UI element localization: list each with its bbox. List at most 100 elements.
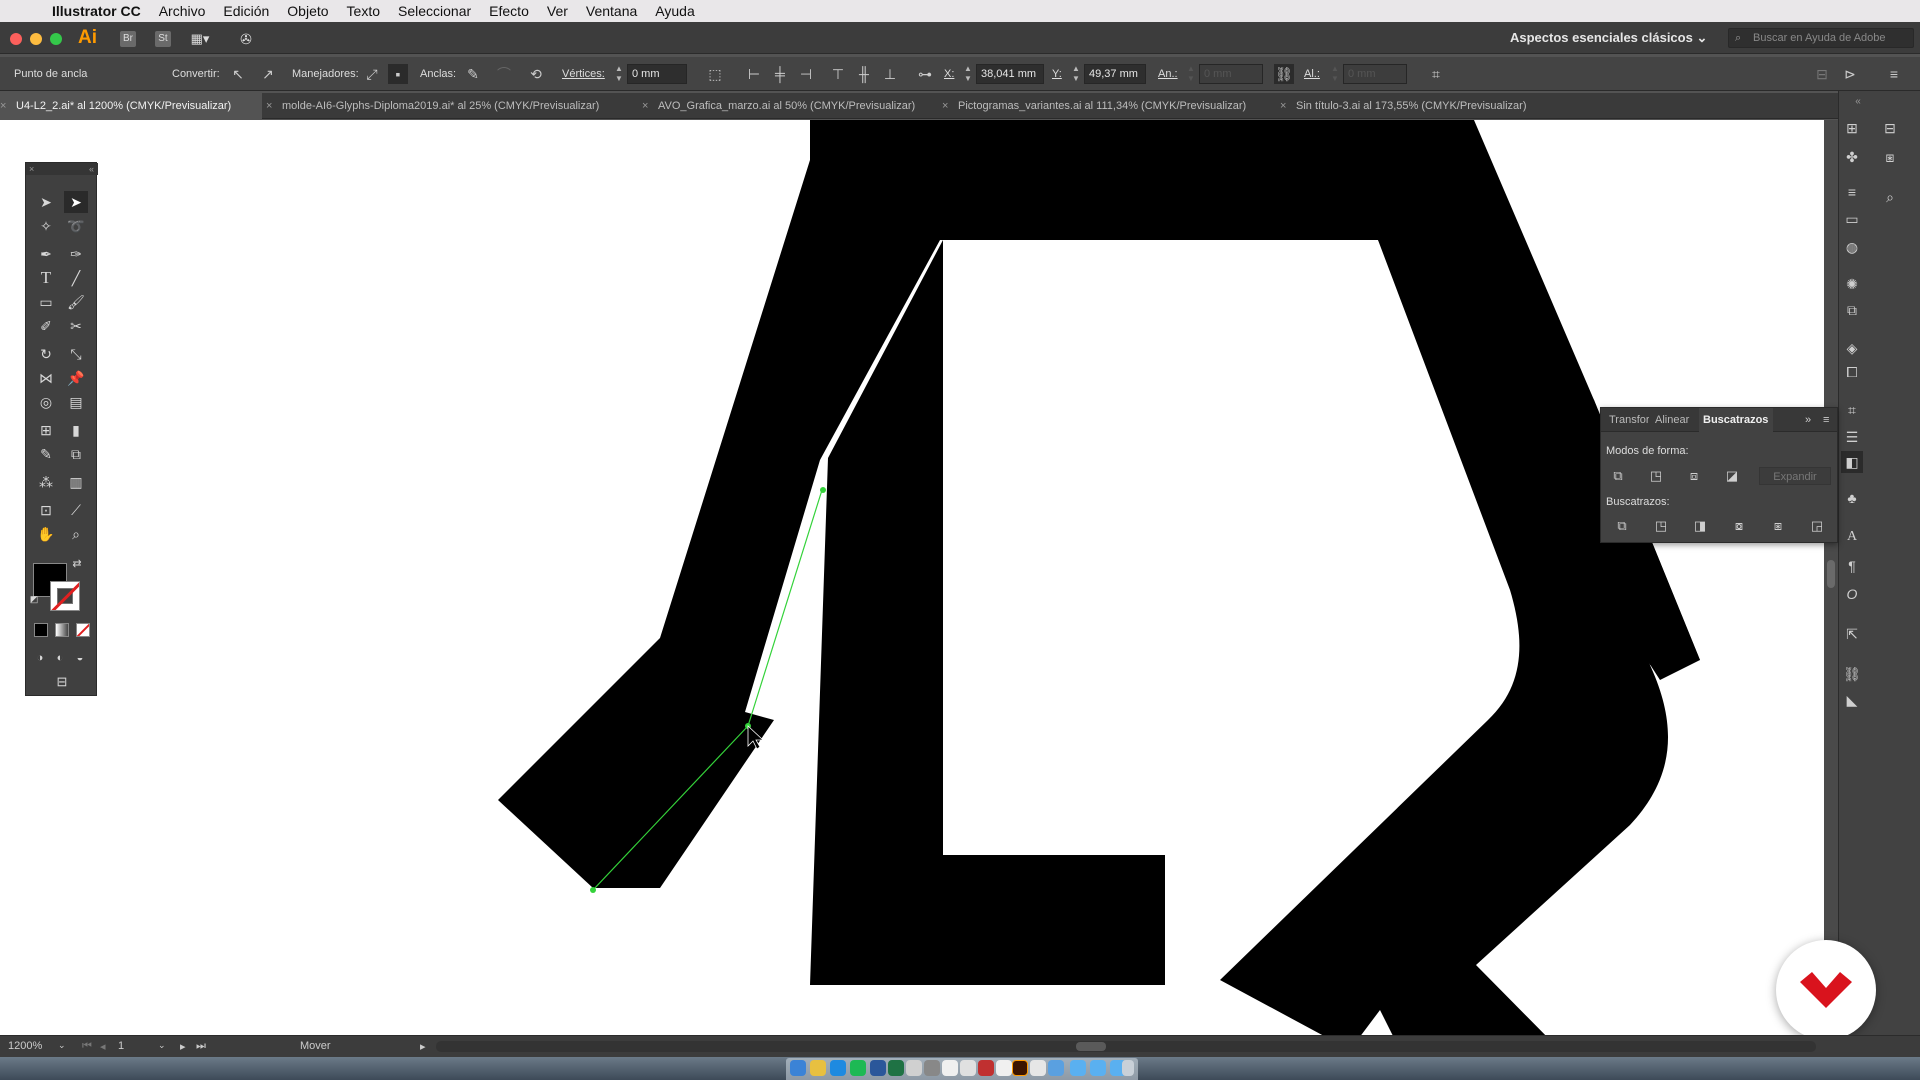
menu-efecto[interactable]: Efecto [489, 3, 529, 19]
blend-tool-icon[interactable]: ⧉ [64, 443, 88, 465]
divide-icon[interactable]: ⧉ [1613, 517, 1631, 535]
align-center-v-icon[interactable]: ╫ [854, 64, 874, 84]
help-search-input[interactable]: ⌕ Buscar en Ayuda de Adobe [1728, 28, 1914, 48]
mesh-tool-icon[interactable]: ⊞ [34, 419, 58, 441]
navigator-icon[interactable]: ⌕ [1879, 186, 1901, 208]
draw-inside-icon[interactable]: ◒ [70, 647, 90, 669]
panel-expand-icon[interactable]: » [1801, 408, 1817, 432]
close-window-button[interactable] [10, 33, 22, 45]
merge-icon[interactable]: ◨ [1691, 517, 1709, 535]
control-menu-icon[interactable]: ≡ [1884, 64, 1904, 84]
corners-stepper[interactable]: ▲ ▼ [614, 64, 624, 84]
width-field[interactable]: 0 mm [1199, 64, 1263, 84]
dock-collapse-icon[interactable]: « [1847, 91, 1869, 113]
scroll-thumb[interactable] [1827, 560, 1835, 588]
workspace-switcher[interactable]: Aspectos esenciales clásicos ⌄ [1510, 30, 1707, 46]
photos-icon[interactable] [942, 1060, 958, 1076]
width-tool-icon[interactable]: ⋈ [34, 367, 58, 389]
close-icon[interactable]: × [29, 164, 34, 174]
expand-button[interactable]: Expandir [1759, 467, 1831, 485]
align-panel-icon[interactable]: ☰ [1841, 426, 1863, 448]
magic-wand-tool-icon[interactable]: ✧ [34, 215, 58, 237]
puppet-warp-tool-icon[interactable]: 📌 [64, 367, 88, 389]
app-icon-3[interactable] [1030, 1060, 1046, 1076]
last-artboard-icon[interactable]: ⏭ [196, 1040, 206, 1053]
minimize-window-button[interactable] [30, 33, 42, 45]
x-position-field[interactable]: 38,041 mm [976, 64, 1044, 84]
transparency-panel-icon[interactable]: ◍ [1841, 236, 1863, 258]
outline-icon[interactable]: ⧆ [1769, 517, 1787, 535]
height-field[interactable]: 0 mm [1343, 64, 1407, 84]
draw-behind-icon[interactable]: ◐ [50, 647, 70, 669]
eyedropper-tool-icon[interactable]: ✎ [34, 443, 58, 465]
chrome-canary-icon[interactable] [978, 1060, 994, 1076]
curvature-tool-icon[interactable]: ✑ [64, 243, 88, 265]
menu-app-name[interactable]: Illustrator CC [52, 3, 141, 19]
artboard-canvas[interactable] [0, 120, 1824, 1035]
align-bottom-icon[interactable]: ⊥ [880, 64, 900, 84]
spotify-icon[interactable] [850, 1060, 866, 1076]
anchor-point-end[interactable] [590, 887, 596, 893]
reference-point-icon[interactable]: ⊶ [915, 64, 935, 84]
horizontal-scroll-thumb[interactable] [1076, 1042, 1106, 1051]
collapse-icon[interactable]: « [89, 163, 94, 175]
first-artboard-icon[interactable]: ⏮ [82, 1040, 92, 1053]
tab-document-5[interactable]: × Sin título-3.ai al 173,55% (CMYK/Previs… [1280, 93, 1550, 119]
tab-align[interactable]: Alinear [1651, 408, 1697, 432]
none-mode-icon[interactable] [76, 623, 90, 637]
corners-field[interactable]: 0 mm [627, 64, 687, 84]
cc-libraries-icon[interactable]: ⊟ [1879, 117, 1901, 139]
bridge-button[interactable]: Br [120, 31, 136, 47]
illustrator-dock-icon[interactable] [1012, 1060, 1028, 1076]
stroke-panel-icon[interactable]: ≡ [1841, 181, 1863, 203]
quicktime-icon[interactable] [1048, 1060, 1064, 1076]
vertical-scrollbar[interactable] [1824, 120, 1838, 1035]
current-tool-status[interactable]: Mover [300, 1040, 331, 1052]
anchor-point-top[interactable] [820, 487, 826, 493]
artwork[interactable] [0, 120, 1824, 1035]
transform-panel-icon[interactable]: ⌗ [1841, 399, 1863, 421]
selection-tool-icon[interactable]: ➤ [34, 191, 58, 213]
cut-path-icon[interactable]: ⟲ [526, 64, 546, 84]
symbol-sprayer-tool-icon[interactable]: ⁂ [34, 471, 58, 493]
horizontal-scrollbar[interactable] [436, 1041, 1816, 1052]
artboard-number[interactable]: 1 [118, 1040, 124, 1052]
graphic-styles-icon[interactable]: ⧉ [1841, 299, 1863, 321]
scissors-tool-icon[interactable]: ✂ [64, 315, 88, 337]
direct-selection-tool-icon[interactable]: ➤ [64, 191, 88, 213]
word-icon[interactable] [870, 1060, 886, 1076]
close-tab-icon[interactable]: × [642, 93, 652, 119]
width-stepper[interactable]: ▲ ▼ [1186, 64, 1196, 84]
x-stepper[interactable]: ▲ ▼ [963, 64, 973, 84]
paintbrush-tool-icon[interactable]: 🖌 [64, 291, 88, 313]
menu-ver[interactable]: Ver [547, 3, 568, 19]
screen-mode-icon[interactable]: ⊟ [50, 671, 74, 693]
color-mode-icon[interactable] [34, 623, 48, 637]
artboards-panel-icon[interactable]: ⧠ [1841, 361, 1863, 383]
app-icon[interactable] [960, 1060, 976, 1076]
menu-seleccionar[interactable]: Seleccionar [398, 3, 471, 19]
preferences-icon[interactable] [924, 1060, 940, 1076]
tab-document-2[interactable]: × molde-AI6-Glyphs-Diploma2019.ai* al 25%… [266, 93, 638, 119]
zoom-level[interactable]: 1200% [8, 1040, 42, 1052]
align-to-icon[interactable]: ⬚ [705, 64, 725, 84]
menu-objeto[interactable]: Objeto [287, 3, 328, 19]
intersect-icon[interactable]: ⧈ [1685, 467, 1703, 485]
gradient-mode-icon[interactable] [55, 623, 69, 637]
convert-to-corner-icon[interactable]: ↖ [228, 64, 248, 84]
tab-transform[interactable]: Transfor [1605, 408, 1649, 432]
line-tool-icon[interactable]: ╱ [64, 267, 88, 289]
type-tool-icon[interactable]: T [34, 267, 58, 289]
convert-to-smooth-icon[interactable]: ↗ [258, 64, 278, 84]
isolate-icon[interactable]: ⊟ [1812, 64, 1832, 84]
brand-logo-button[interactable] [1776, 940, 1876, 1040]
align-right-icon[interactable]: ⊣ [796, 64, 816, 84]
slice-tool-icon[interactable]: ⟋ [64, 499, 88, 521]
transform-icon[interactable]: ⌗ [1426, 64, 1446, 84]
close-tab-icon[interactable]: × [1280, 93, 1290, 119]
close-tab-icon[interactable]: × [942, 93, 952, 119]
swap-fill-stroke-icon[interactable]: ⇄ [70, 557, 84, 571]
show-handles-icon[interactable]: ⤢ [362, 64, 382, 84]
appearance-panel-icon[interactable]: ✺ [1841, 273, 1863, 295]
gradient-panel-icon[interactable]: ▭ [1841, 208, 1863, 230]
